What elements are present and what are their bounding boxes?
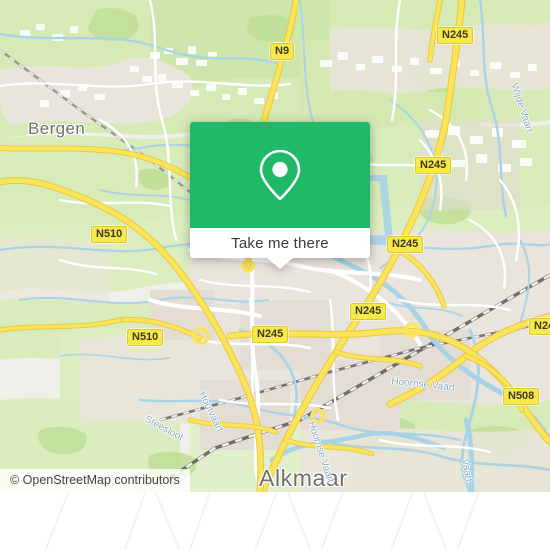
road-shield-n245[interactable]: N245 — [415, 157, 452, 174]
road-shield-n510[interactable]: N510 — [91, 226, 128, 243]
road-shield-n245[interactable]: N245 — [350, 303, 387, 320]
road-shield-n510[interactable]: N510 — [127, 329, 164, 346]
road-shield-n245[interactable]: N245 — [252, 326, 289, 343]
moovit-map-share-card: Bergen Alkmaar N9 N245 N245 N245 N245 N2… — [0, 0, 550, 550]
footer-watermark — [44, 492, 480, 550]
callout-card-header — [190, 122, 370, 228]
footer-bar: Coninx Timmerwerken P, Stempelmakerstraa… — [0, 492, 550, 550]
road-shield-n245[interactable]: N245 — [437, 27, 474, 44]
location-callout-card[interactable]: Take me there — [190, 122, 370, 269]
map-viewport[interactable]: Bergen Alkmaar N9 N245 N245 N245 N245 N2… — [0, 0, 550, 492]
osm-attribution[interactable]: © OpenStreetMap contributors — [0, 469, 190, 492]
road-shield-n245[interactable]: N245 — [387, 236, 424, 253]
road-shield-n245[interactable]: N245 — [529, 318, 550, 335]
road-shield-n9[interactable]: N9 — [270, 43, 295, 60]
road-shield-n508[interactable]: N508 — [503, 388, 540, 405]
map-place-label-bergen: Bergen — [28, 119, 86, 138]
take-me-there-label: Take me there — [231, 234, 329, 252]
location-pin-icon — [259, 149, 301, 201]
callout-pointer-tail — [267, 258, 293, 269]
take-me-there-button[interactable]: Take me there — [190, 228, 370, 269]
